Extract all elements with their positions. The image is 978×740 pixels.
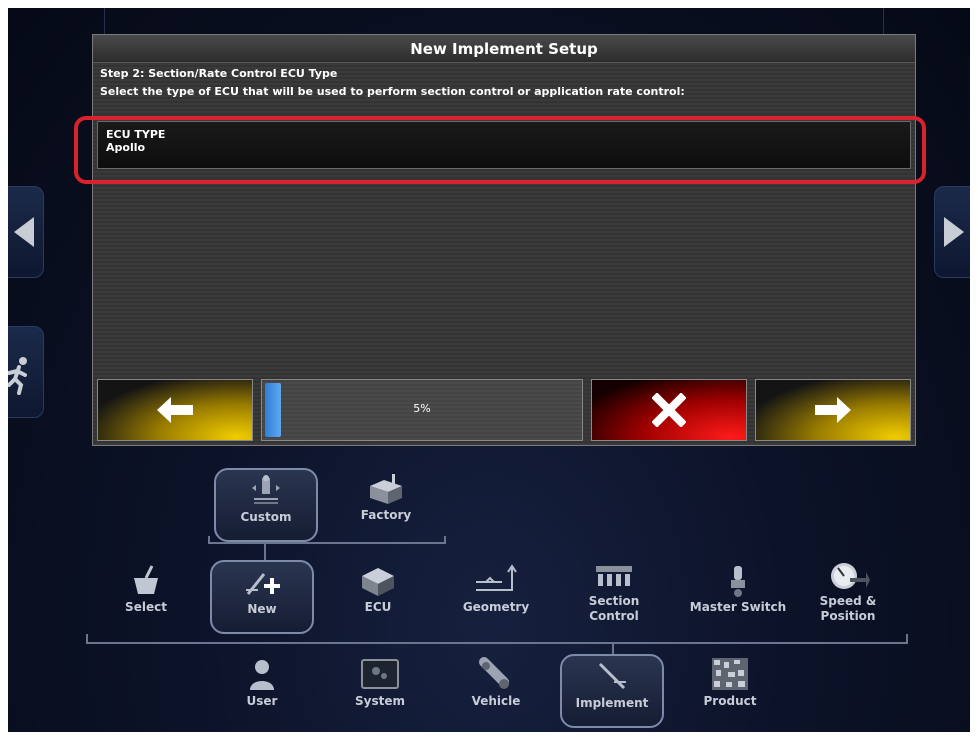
menu-ecu-label: ECU bbox=[364, 600, 392, 614]
custom-icon bbox=[216, 470, 316, 510]
dialog-title: New Implement Setup bbox=[93, 35, 915, 63]
run-screen-button[interactable] bbox=[8, 326, 44, 418]
next-button[interactable] bbox=[755, 379, 911, 441]
menu-section-control[interactable]: Section Control bbox=[562, 560, 666, 634]
menu-product[interactable]: Product bbox=[678, 654, 782, 728]
menu-section-control-label-1: Section bbox=[588, 594, 640, 608]
instruction-text: Select the type of ECU that will be used… bbox=[100, 85, 685, 98]
menu-user-label: User bbox=[246, 694, 278, 708]
cancel-button[interactable] bbox=[591, 379, 747, 441]
menu-master-switch-label: Master Switch bbox=[689, 600, 787, 614]
tree-line bbox=[444, 536, 446, 544]
next-arrow-icon bbox=[815, 397, 851, 423]
menu-product-label: Product bbox=[703, 694, 757, 708]
back-arrow-icon bbox=[157, 397, 193, 423]
screen: New Implement Setup Step 2: Section/Rate… bbox=[8, 8, 970, 732]
menu-geometry[interactable]: Geometry bbox=[444, 560, 548, 634]
menu-vehicle[interactable]: Vehicle bbox=[444, 654, 548, 728]
menu-implement[interactable]: Implement bbox=[560, 654, 664, 728]
setup-progress-bar: 5% bbox=[261, 379, 583, 441]
ecu-type-highlight bbox=[74, 116, 926, 184]
menu-custom-label: Custom bbox=[240, 510, 292, 524]
menu-speed-position[interactable]: Speed & Position bbox=[796, 560, 900, 634]
menu-select-label: Select bbox=[125, 600, 167, 614]
section-control-icon bbox=[562, 560, 666, 594]
tree-line bbox=[208, 536, 210, 544]
menu-custom[interactable]: Custom bbox=[214, 468, 318, 542]
running-person-icon bbox=[8, 357, 27, 395]
master-switch-icon bbox=[678, 560, 798, 600]
vehicle-icon bbox=[444, 654, 548, 694]
menu-geometry-label: Geometry bbox=[462, 600, 530, 614]
menu-speed-position-label-1: Speed & bbox=[819, 594, 877, 608]
left-arrow-icon bbox=[14, 217, 34, 247]
select-basket-icon bbox=[94, 560, 198, 600]
cancel-x-icon bbox=[652, 393, 686, 427]
product-icon bbox=[678, 654, 782, 694]
implement-icon bbox=[562, 656, 662, 696]
next-page-button[interactable] bbox=[934, 186, 970, 278]
tree-line bbox=[906, 634, 908, 642]
user-icon bbox=[210, 654, 314, 694]
menu-speed-position-label-2: Position bbox=[820, 609, 876, 623]
speed-gauge-icon bbox=[796, 560, 900, 594]
right-arrow-icon bbox=[944, 217, 964, 247]
menu-factory-label: Factory bbox=[360, 508, 412, 522]
ecu-icon bbox=[326, 560, 430, 600]
menu-implement-label: Implement bbox=[575, 696, 649, 710]
tree-line bbox=[612, 642, 614, 654]
new-implement-setup-dialog: New Implement Setup Step 2: Section/Rate… bbox=[92, 34, 916, 446]
tree-line bbox=[86, 642, 908, 644]
menu-master-switch[interactable]: Master Switch bbox=[678, 560, 798, 634]
previous-page-button[interactable] bbox=[8, 186, 44, 278]
geometry-icon bbox=[444, 560, 548, 600]
system-icon bbox=[328, 654, 432, 694]
tree-line bbox=[264, 542, 266, 560]
new-implement-icon bbox=[212, 562, 312, 602]
menu-user[interactable]: User bbox=[210, 654, 314, 728]
menu-select[interactable]: Select bbox=[94, 560, 198, 634]
menu-new-label: New bbox=[247, 602, 277, 616]
menu-system[interactable]: System bbox=[328, 654, 432, 728]
tree-line bbox=[208, 542, 446, 544]
back-button[interactable] bbox=[97, 379, 253, 441]
factory-icon bbox=[334, 468, 438, 508]
tree-line bbox=[86, 634, 88, 642]
menu-vehicle-label: Vehicle bbox=[471, 694, 521, 708]
menu-section-control-label-2: Control bbox=[589, 609, 639, 623]
menu-factory[interactable]: Factory bbox=[334, 468, 438, 542]
menu-system-label: System bbox=[355, 694, 405, 708]
menu-ecu[interactable]: ECU bbox=[326, 560, 430, 634]
menu-new[interactable]: New bbox=[210, 560, 314, 634]
progress-label: 5% bbox=[413, 402, 431, 415]
